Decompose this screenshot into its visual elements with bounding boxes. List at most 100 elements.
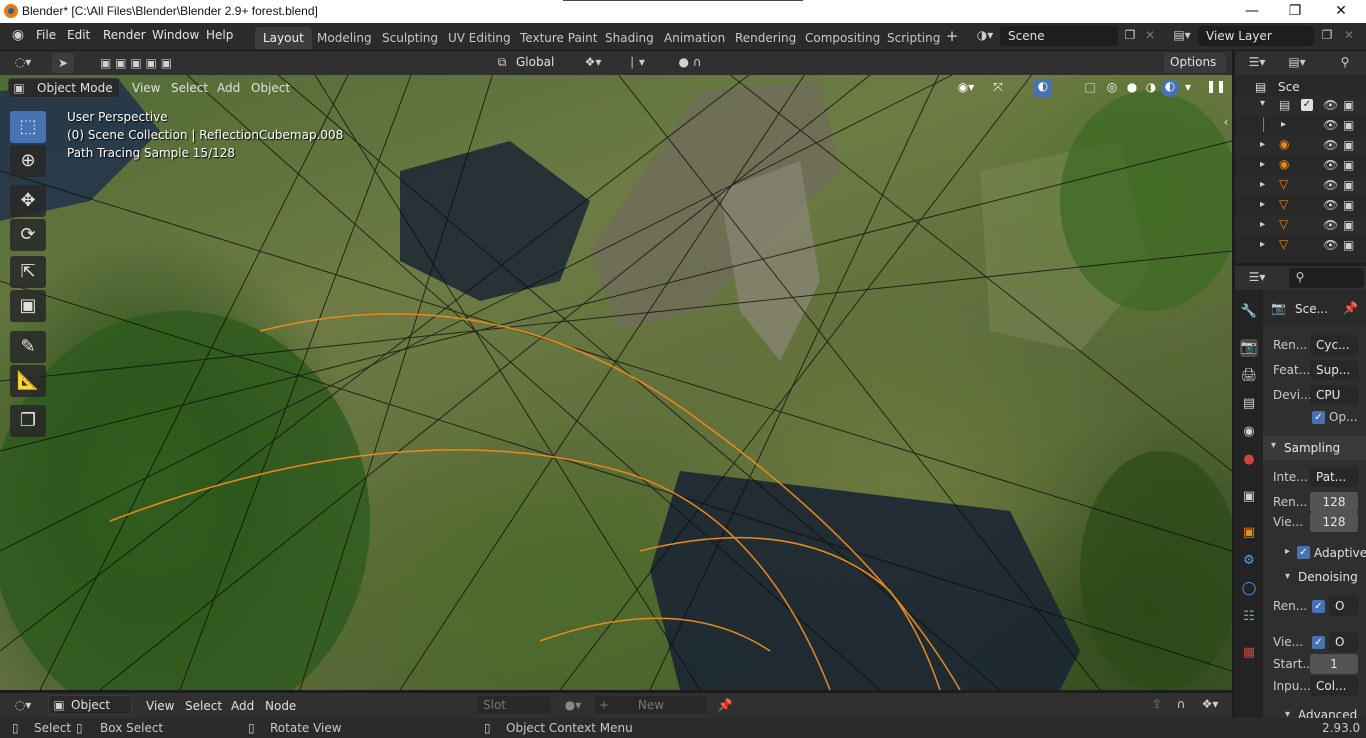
shader-menu-node[interactable]: Node xyxy=(265,699,296,713)
render-samples-field[interactable]: 128 xyxy=(1310,492,1358,512)
new-view-layer-icon[interactable]: ❐ xyxy=(1318,28,1336,42)
3d-viewport[interactable]: User Perspective (0) Scene Collection | … xyxy=(0,51,1232,690)
blender-menu-icon[interactable]: ◉ xyxy=(8,27,28,43)
world-tab-icon[interactable]: ● xyxy=(1240,451,1258,469)
section-expand-icon[interactable]: ▾ xyxy=(1271,440,1276,451)
add-workspace-button[interactable]: + xyxy=(942,27,962,45)
start-sample-field[interactable]: 1 xyxy=(1310,654,1358,674)
visibility-eye-icon[interactable]: 👁 xyxy=(1323,218,1338,232)
open-shading-checkbox[interactable]: ✓ xyxy=(1312,411,1325,424)
render-camera-icon[interactable]: ▣ xyxy=(1343,178,1354,192)
outliner-row[interactable]: ▸ ◉ 👁 ▣ xyxy=(1235,136,1366,156)
outliner-row[interactable]: │ ▸ 👁 ▣ xyxy=(1235,116,1366,136)
options-button[interactable]: Options xyxy=(1164,53,1226,73)
render-camera-icon[interactable]: ▣ xyxy=(1343,98,1354,112)
visibility-eye-icon[interactable]: 👁 xyxy=(1323,138,1338,152)
outliner-row[interactable]: ▸ ▽ 👁 ▣ xyxy=(1235,236,1366,256)
pin-icon[interactable]: 📌 xyxy=(1343,301,1358,315)
device-dropdown[interactable]: CPU xyxy=(1310,385,1358,405)
tool-tab-icon[interactable]: 🔧 xyxy=(1240,303,1258,321)
outliner-search-icon[interactable]: ⚲ xyxy=(1327,55,1363,69)
render-camera-icon[interactable]: ▣ xyxy=(1343,158,1354,172)
viewport-menu-select[interactable]: Select xyxy=(171,81,208,95)
outliner-root-label[interactable]: Sce xyxy=(1278,80,1300,94)
delete-view-layer-icon[interactable]: ✕ xyxy=(1340,28,1358,42)
render-camera-icon[interactable]: ▣ xyxy=(1343,218,1354,232)
tab-modeling[interactable]: Modeling xyxy=(309,27,380,49)
visibility-eye-icon[interactable]: 👁 xyxy=(1323,238,1338,252)
modifier-tab-icon[interactable]: ⚙ xyxy=(1240,552,1258,570)
object-tab-icon[interactable]: ▣ xyxy=(1240,524,1258,542)
visibility-eye-icon[interactable]: 👁 xyxy=(1323,118,1338,132)
render-camera-icon[interactable]: ▣ xyxy=(1343,198,1354,212)
visibility-eye-icon[interactable]: 👁 xyxy=(1323,98,1338,112)
overlays-icon[interactable]: ◐ xyxy=(1034,79,1052,97)
material-shading-icon[interactable]: ◑ xyxy=(1143,80,1159,94)
render-camera-icon[interactable]: ▣ xyxy=(1343,138,1354,152)
snap-icon[interactable]: ∩ xyxy=(1172,697,1190,711)
maximize-icon[interactable]: ❐ xyxy=(1272,0,1318,23)
expand-arrow-icon[interactable]: ▸ xyxy=(1260,239,1265,250)
proportional-editing-icon[interactable]: ● ∩ xyxy=(670,55,710,69)
tab-layout[interactable]: Layout xyxy=(255,27,312,49)
expand-arrow-icon[interactable]: ▸ xyxy=(1260,179,1265,190)
denoise-viewport-checkbox[interactable]: ✓ xyxy=(1312,636,1325,649)
expand-arrow-icon[interactable]: ▸ xyxy=(1260,199,1265,210)
shader-menu-view[interactable]: View xyxy=(146,699,174,713)
viewport-menu-view[interactable]: View xyxy=(132,81,160,95)
shading-options-chevron-icon[interactable]: ▾ xyxy=(1182,80,1194,94)
minimize-icon[interactable]: — xyxy=(1229,0,1275,23)
scene-selector-icon[interactable]: ◑▾ xyxy=(972,28,998,42)
denoise-render-checkbox[interactable]: ✓ xyxy=(1312,600,1325,613)
view-layer-tab-icon[interactable]: ▤ xyxy=(1240,395,1258,413)
outliner-row[interactable]: ▸ ▽ 👁 ▣ xyxy=(1235,176,1366,196)
outliner-row[interactable]: ▾ ▤ ✓ 👁 ▣ xyxy=(1235,96,1366,116)
gizmo-icon[interactable]: ⤧ xyxy=(988,80,1008,95)
cursor-tool-icon[interactable]: ⊕ xyxy=(10,145,46,177)
pin-icon[interactable]: 📌 xyxy=(716,698,734,712)
denoise-render-dropdown[interactable]: O xyxy=(1329,596,1358,616)
wireframe-shading-icon[interactable]: ◎ xyxy=(1104,80,1120,94)
snap-icon[interactable]: ∣ ▾ xyxy=(612,55,662,69)
collection-tab-icon[interactable]: ▣ xyxy=(1240,488,1258,506)
visibility-eye-icon[interactable]: 👁 xyxy=(1323,178,1338,192)
render-engine-dropdown[interactable]: Cyc... xyxy=(1310,335,1358,355)
shader-menu-add[interactable]: Add xyxy=(231,699,254,713)
tab-compositing[interactable]: Compositing xyxy=(797,27,888,49)
viewport-menu-add[interactable]: Add xyxy=(217,81,240,95)
visibility-eye-icon[interactable]: 👁 xyxy=(1323,198,1338,212)
xray-icon[interactable]: □ xyxy=(1082,80,1098,94)
new-scene-icon[interactable]: ❐ xyxy=(1121,28,1139,42)
denoising-expand-icon[interactable]: ▾ xyxy=(1285,571,1290,582)
close-icon[interactable]: ✕ xyxy=(1318,0,1364,23)
outliner-row[interactable]: ▸ ◉ 👁 ▣ xyxy=(1235,156,1366,176)
delete-scene-icon[interactable]: ✕ xyxy=(1141,28,1159,42)
menu-window[interactable]: Window xyxy=(152,28,199,42)
viewport-menu-object[interactable]: Object xyxy=(251,81,290,95)
expand-arrow-icon[interactable]: ▸ xyxy=(1281,119,1286,130)
material-slot-dropdown[interactable]: Slot xyxy=(476,695,552,715)
annotate-tool-icon[interactable]: ✎ xyxy=(10,331,46,363)
snap-element-icon[interactable]: ❖▾ xyxy=(1196,697,1224,711)
shader-menu-select[interactable]: Select xyxy=(185,699,222,713)
collapse-arrow-icon[interactable]: ▾ xyxy=(1260,98,1265,109)
transform-orientation-dropdown[interactable]: Global xyxy=(510,53,570,73)
adaptive-sampling-checkbox[interactable]: ✓ xyxy=(1297,546,1310,559)
material-browse-icon[interactable]: ●▾ xyxy=(560,698,586,712)
properties-editor-type-icon[interactable]: ☰▾ xyxy=(1243,270,1271,284)
transform-tool-icon[interactable]: ▣ xyxy=(10,290,46,322)
solid-shading-icon[interactable]: ● xyxy=(1124,80,1140,94)
denoise-viewport-dropdown[interactable]: O xyxy=(1329,632,1358,652)
view-layer-field[interactable]: View Layer xyxy=(1198,26,1314,46)
expand-arrow-icon[interactable]: ▸ xyxy=(1260,219,1265,230)
tab-sculpting[interactable]: Sculpting xyxy=(374,27,446,49)
select-box-tool-icon[interactable]: ⬚ xyxy=(10,111,46,143)
scale-tool-icon[interactable]: ⇱ xyxy=(10,256,46,288)
menu-help[interactable]: Help xyxy=(206,28,233,42)
tab-scripting[interactable]: Scripting xyxy=(879,27,948,49)
expand-arrow-icon[interactable]: ▸ xyxy=(1260,139,1265,150)
rotate-tool-icon[interactable]: ⟳ xyxy=(10,219,46,251)
menu-file[interactable]: File xyxy=(36,28,56,42)
scene-tab-icon[interactable]: ◉ xyxy=(1240,423,1258,441)
collection-checkbox[interactable]: ✓ xyxy=(1301,99,1313,111)
